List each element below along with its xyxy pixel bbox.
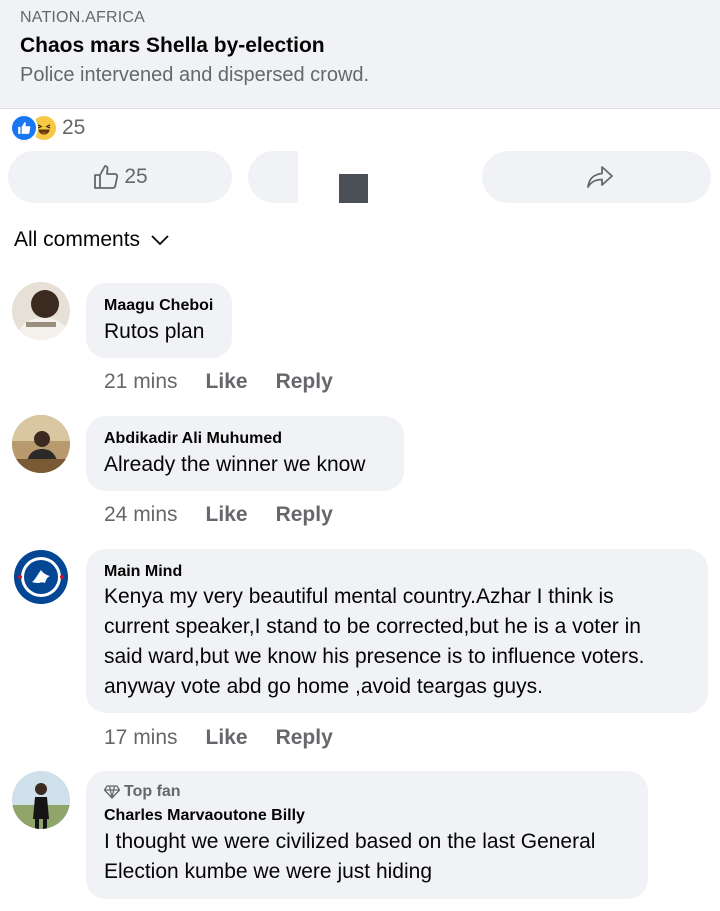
avatar[interactable]	[12, 282, 70, 340]
comment-time[interactable]: 17 mins	[104, 726, 178, 750]
comment-author[interactable]: Main Mind	[104, 563, 182, 581]
comment-reply-button[interactable]: Reply	[276, 503, 333, 527]
link-title: Chaos mars Shella by-election	[20, 34, 325, 57]
comment-like-button[interactable]: Like	[206, 370, 248, 394]
thumbs-up-icon	[92, 164, 120, 190]
comment-reply-button[interactable]: Reply	[276, 370, 333, 394]
comment-text: Already the winner we know	[104, 453, 366, 476]
avatar[interactable]	[12, 415, 70, 473]
top-fan-label: Top fan	[124, 783, 181, 800]
comment-time[interactable]: 24 mins	[104, 503, 178, 527]
like-button[interactable]: 25	[8, 151, 232, 203]
comment-bubble: Abdikadir Ali Muhumed Already the winner…	[86, 416, 404, 491]
comment-time[interactable]: 21 mins	[104, 370, 178, 394]
link-description: Police intervened and dispersed crowd.	[20, 64, 370, 86]
comment-text: Rutos plan	[104, 320, 205, 343]
comment-like-button[interactable]: Like	[206, 726, 248, 750]
comment-text: I thought we were civilized based on the…	[104, 830, 596, 883]
reaction-count: 25	[62, 116, 86, 139]
like-count: 25	[124, 165, 148, 188]
comments-filter-dropdown[interactable]: All comments	[14, 228, 170, 252]
comment-meta: 21 mins Like Reply	[104, 370, 333, 394]
top-fan-badge: Top fan	[104, 783, 181, 801]
like-icon	[10, 114, 38, 142]
redaction-square	[339, 174, 368, 203]
link-preview-card[interactable]: NATION.AFRICA Chaos mars Shella by-elect…	[0, 0, 720, 109]
comment-bubble: Top fan Charles Marvaoutone Billy I thou…	[86, 771, 648, 899]
comment-meta: 24 mins Like Reply	[104, 503, 333, 527]
comment-reply-button[interactable]: Reply	[276, 726, 333, 750]
chelsea-logo-avatar[interactable]	[12, 548, 70, 606]
share-icon	[585, 164, 615, 190]
redacted-area-gap	[453, 146, 481, 206]
comment-like-button[interactable]: Like	[206, 503, 248, 527]
avatar[interactable]	[12, 771, 70, 829]
comment-author[interactable]: Charles Marvaoutone Billy	[104, 807, 305, 825]
diamond-icon	[104, 785, 120, 799]
comment-author[interactable]: Maagu Cheboi	[104, 297, 213, 315]
comment-meta: 17 mins Like Reply	[104, 726, 333, 750]
comment-text: Kenya my very beautiful mental country.A…	[104, 585, 645, 698]
comment-bubble: Main Mind Kenya my very beautiful mental…	[86, 549, 708, 713]
comment-author[interactable]: Abdikadir Ali Muhumed	[104, 430, 282, 448]
link-source: NATION.AFRICA	[20, 9, 145, 26]
redacted-area	[298, 146, 453, 206]
share-button[interactable]	[482, 151, 711, 203]
comments-filter-label: All comments	[14, 228, 141, 251]
reactions-summary[interactable]: 25	[10, 114, 85, 142]
comment-bubble: Maagu Cheboi Rutos plan	[86, 283, 232, 358]
chevron-down-icon	[150, 233, 170, 247]
